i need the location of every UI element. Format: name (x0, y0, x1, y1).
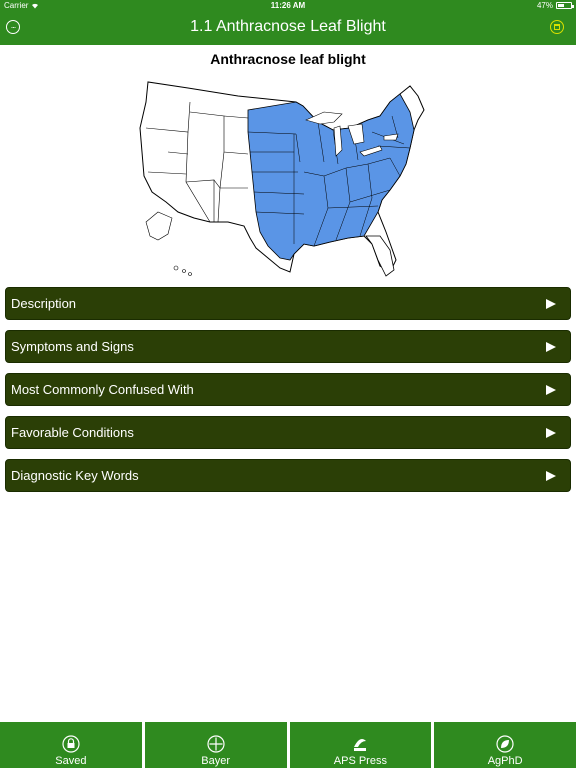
tab-label: APS Press (333, 755, 387, 767)
battery-icon (556, 2, 574, 9)
tab-bar: Saved Bayer APS Press AgPhD (0, 722, 576, 768)
alaska (145, 211, 173, 241)
distribution-map (128, 72, 448, 280)
tab-bayer[interactable]: Bayer (144, 722, 287, 768)
expand-arrow-icon (546, 470, 556, 481)
expand-arrow-icon (546, 298, 556, 309)
bayer-cross-icon (207, 735, 225, 753)
section-label: Favorable Conditions (11, 425, 134, 440)
section-symptoms-and-signs[interactable]: Symptoms and Signs (5, 330, 571, 363)
leaf-icon (496, 735, 514, 753)
section-label: Symptoms and Signs (11, 339, 134, 354)
tab-label: Bayer (201, 755, 230, 767)
section-favorable-conditions[interactable]: Favorable Conditions (5, 416, 571, 449)
tab-label: Saved (55, 755, 87, 767)
page-title: 1.1 Anthracnose Leaf Blight (190, 18, 386, 35)
hawaii-island (173, 265, 179, 271)
section-label: Diagnostic Key Words (11, 468, 139, 483)
section-most-commonly-confused-with[interactable]: Most Commonly Confused With (5, 373, 571, 406)
aps-logo-icon (354, 739, 367, 751)
section-diagnostic-key-words[interactable]: Diagnostic Key Words (5, 459, 571, 492)
map-title: Anthracnose leaf blight (210, 51, 366, 67)
save-icon[interactable] (550, 20, 564, 34)
expand-arrow-icon (546, 427, 556, 438)
expand-arrow-icon (546, 341, 556, 352)
section-list: Description Symptoms and Signs Most Comm… (5, 287, 571, 502)
tab-aps-press[interactable]: APS Press (289, 722, 432, 768)
tab-agphd[interactable]: AgPhD (434, 722, 576, 768)
status-bar: Carrier 11:26 AM 47% (0, 0, 576, 12)
section-label: Description (11, 296, 77, 311)
battery-info: 47% (536, 1, 574, 10)
expand-arrow-icon (546, 384, 556, 395)
section-label: Most Commonly Confused With (11, 382, 194, 397)
tab-saved[interactable]: Saved (0, 722, 142, 768)
battery-percent: 47% (536, 1, 553, 10)
clock: 11:26 AM (270, 1, 306, 10)
us-map-image (139, 81, 425, 277)
section-description[interactable]: Description (5, 287, 571, 320)
tab-label: AgPhD (487, 755, 523, 767)
lock-icon (62, 735, 80, 753)
nav-bar: ... 1.1 Anthracnose Leaf Blight (0, 12, 576, 45)
